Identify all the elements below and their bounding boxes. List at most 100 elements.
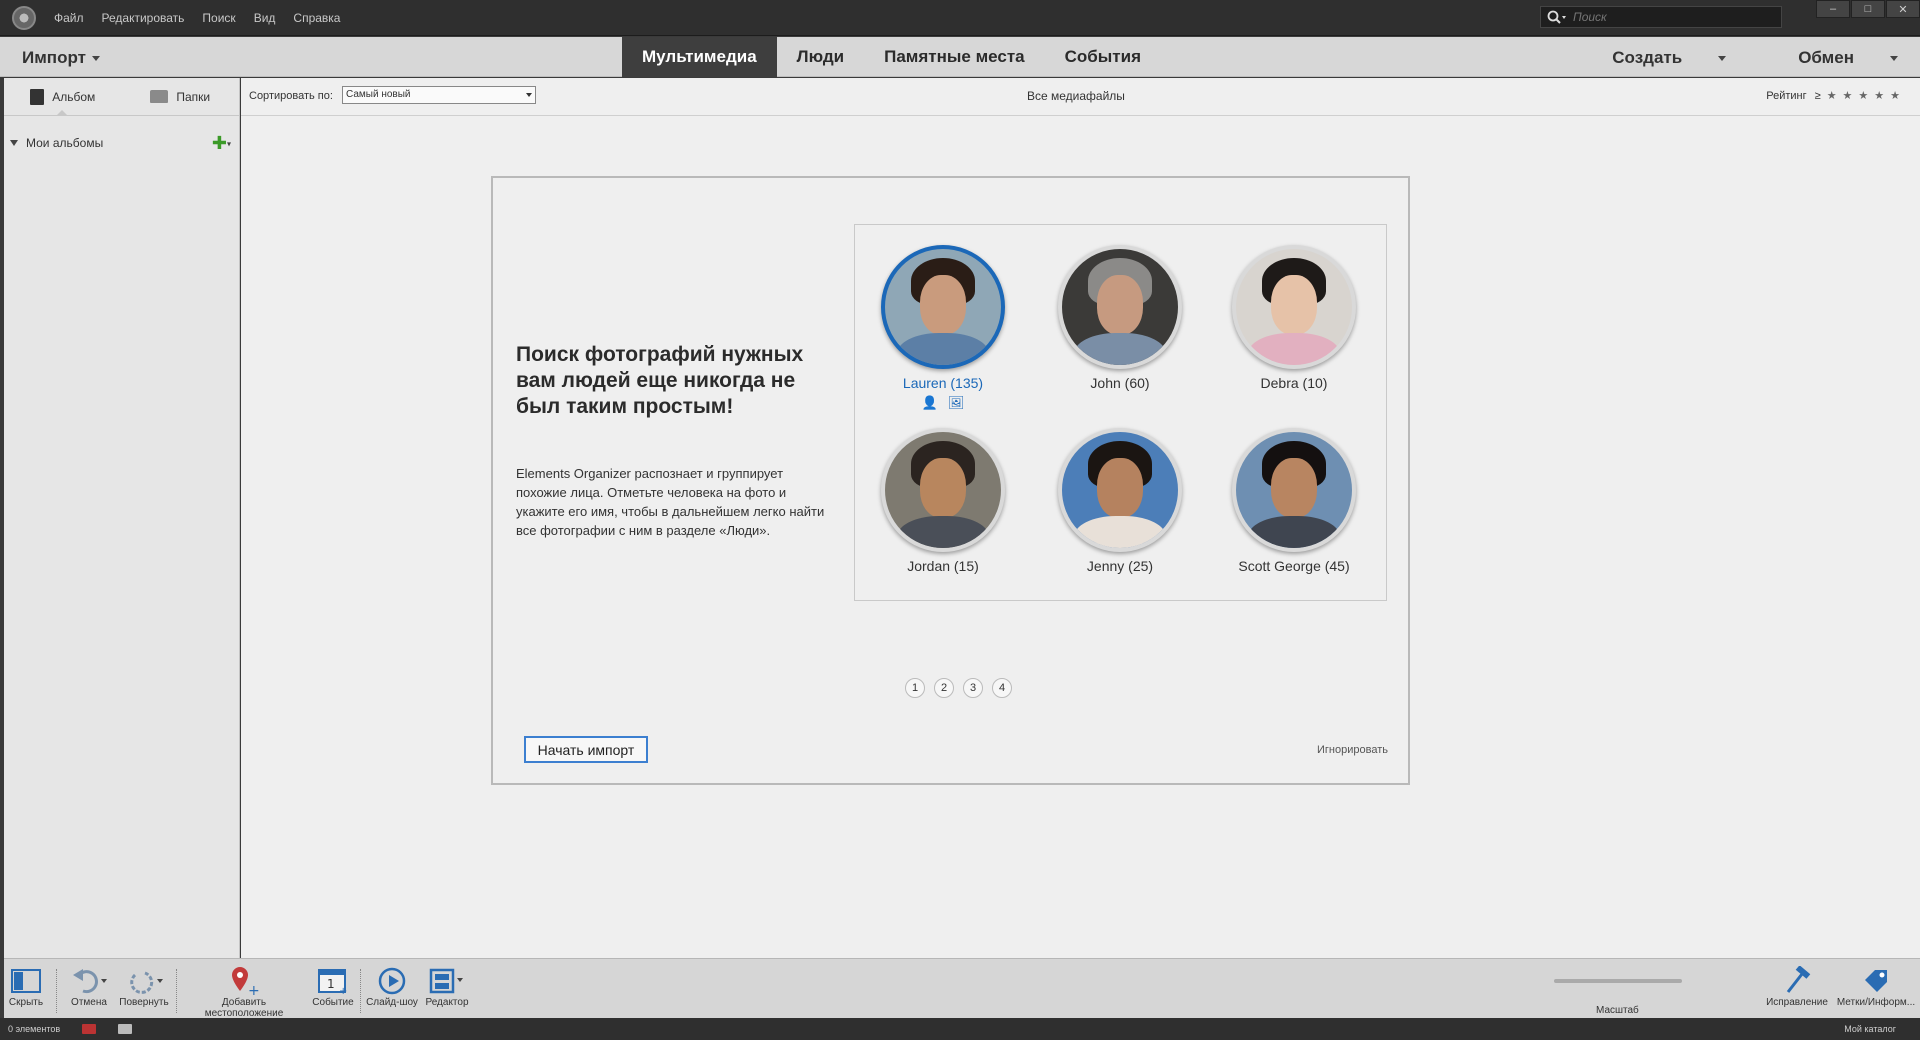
sort-select[interactable]: Самый новый xyxy=(342,86,536,104)
search-box xyxy=(1540,6,1782,28)
add-location-button[interactable]: + Добавить местоположение xyxy=(182,965,306,1019)
people-welcome-card: Поиск фотографий нужных вам людей еще ни… xyxy=(491,176,1410,785)
face-item[interactable]: Scott George (45) xyxy=(1229,428,1359,574)
face-avatar[interactable] xyxy=(881,428,1005,552)
tab-folders-label: Папки xyxy=(176,89,211,104)
calendar-icon: 1+ xyxy=(318,969,347,995)
fix-label: Исправление xyxy=(1766,997,1828,1008)
tab-albums[interactable]: Альбом xyxy=(4,78,122,115)
start-import-button[interactable]: Начать импорт xyxy=(524,736,648,763)
view-tabs: Мультимедиа Люди Памятные места События xyxy=(622,37,1161,77)
sort-bar: Сортировать по: Самый новый Все медиафай… xyxy=(241,78,1920,116)
menu-file[interactable]: Файл xyxy=(54,11,84,25)
tab-albums-label: Альбом xyxy=(52,89,96,104)
share-label: Обмен xyxy=(1798,48,1854,67)
catalog-name[interactable]: Мой каталог xyxy=(1844,1024,1896,1034)
slideshow-button[interactable]: Слайд-шоу xyxy=(366,965,418,1008)
share-menu[interactable]: Обмен xyxy=(1762,48,1898,68)
search-input[interactable] xyxy=(1573,10,1773,24)
all-media-label: Все медиафайлы xyxy=(1027,89,1125,103)
panel-toggle-icon xyxy=(11,969,41,993)
face-avatar[interactable] xyxy=(1232,245,1356,369)
location-pin-icon: + xyxy=(232,967,260,997)
menu-view[interactable]: Вид xyxy=(254,11,276,25)
app-logo-icon[interactable] xyxy=(12,5,36,30)
chevron-down-icon xyxy=(526,93,532,97)
sort-label: Сортировать по: xyxy=(249,90,333,102)
face-avatar[interactable] xyxy=(1232,428,1356,552)
my-albums-header[interactable]: Мои альбомы ✚▾ xyxy=(4,130,239,156)
menu-help[interactable]: Справка xyxy=(293,11,340,25)
separator xyxy=(176,969,177,1013)
svg-text:+: + xyxy=(248,983,260,997)
rotate-icon xyxy=(130,971,163,994)
chevron-down-icon xyxy=(1718,56,1727,62)
tab-folders[interactable]: Папки xyxy=(122,78,240,115)
hide-label: Скрыть xyxy=(8,997,44,1008)
rating-operator[interactable]: ≥ xyxy=(1815,90,1821,102)
separator xyxy=(56,969,57,1013)
image-icon[interactable]: 🖼 xyxy=(948,395,965,411)
face-item[interactable]: Jenny (25) xyxy=(1055,428,1185,574)
face-name: Scott George (45) xyxy=(1238,558,1350,574)
pagination: 1 2 3 4 xyxy=(905,678,1021,698)
maximize-icon[interactable]: □ xyxy=(1851,0,1885,18)
rotate-button[interactable]: Повернуть xyxy=(116,965,172,1008)
tags-info-button[interactable]: Метки/Информ... xyxy=(1834,965,1918,1008)
face-item[interactable]: Lauren (135) 👤 🖼 xyxy=(878,245,1008,411)
tab-media[interactable]: Мультимедиа xyxy=(622,37,777,77)
page-2[interactable]: 2 xyxy=(934,678,954,698)
face-avatar[interactable] xyxy=(881,245,1005,369)
create-label: Создать xyxy=(1612,48,1683,67)
fix-button[interactable]: Исправление xyxy=(1766,965,1828,1008)
calendar-status-icon[interactable] xyxy=(82,1024,97,1034)
tab-events[interactable]: События xyxy=(1045,37,1161,77)
face-item[interactable]: Jordan (15) xyxy=(878,428,1008,574)
ignore-link[interactable]: Игнорировать xyxy=(1317,744,1388,756)
face-avatar[interactable] xyxy=(1058,428,1182,552)
undo-button[interactable]: Отмена xyxy=(64,965,114,1008)
face-name: Lauren (135) xyxy=(902,375,984,391)
face-item[interactable]: Debra (10) xyxy=(1229,245,1359,391)
zoom-label: Масштаб xyxy=(1596,1005,1639,1016)
close-icon[interactable]: ✕ xyxy=(1886,0,1920,18)
face-name: Jenny (25) xyxy=(1086,558,1154,574)
expand-icon[interactable] xyxy=(10,140,18,146)
create-menu[interactable]: Создать xyxy=(1576,48,1727,68)
add-album-icon[interactable]: ✚▾ xyxy=(212,134,231,153)
page-1[interactable]: 1 xyxy=(905,678,925,698)
tab-places[interactable]: Памятные места xyxy=(864,37,1045,77)
left-panel-tabs: Альбом Папки xyxy=(4,78,239,116)
rotate-label: Повернуть xyxy=(119,997,169,1008)
event-button[interactable]: 1 + Событие xyxy=(308,965,358,1008)
page-3[interactable]: 3 xyxy=(963,678,983,698)
tags-info-label: Метки/Информ... xyxy=(1836,997,1916,1008)
editor-button[interactable]: Редактор xyxy=(422,965,472,1008)
minimize-icon[interactable]: – xyxy=(1816,0,1850,18)
slideshow-label: Слайд-шоу xyxy=(366,997,418,1008)
bottom-toolbar: Скрыть Отмена Повернуть + Добавить место… xyxy=(4,958,1920,1019)
separator xyxy=(360,969,361,1013)
import-label: Импорт xyxy=(22,48,86,67)
faces-panel: Lauren (135) 👤 🖼 John (60) Debra (10) Jo… xyxy=(854,224,1387,601)
face-item[interactable]: John (60) xyxy=(1055,245,1185,391)
face-name: Jordan (15) xyxy=(907,558,979,574)
card-description: Elements Organizer распознает и группиру… xyxy=(516,466,825,538)
menu-search[interactable]: Поиск xyxy=(202,11,235,25)
person-icon[interactable]: 👤 xyxy=(922,395,938,411)
menu-edit[interactable]: Редактировать xyxy=(102,11,185,25)
chevron-down-icon xyxy=(91,56,100,62)
left-panel: Альбом Папки Мои альбомы ✚▾ xyxy=(4,78,240,958)
editor-icon xyxy=(429,968,463,994)
rating-stars[interactable]: ★★★★★ xyxy=(1827,89,1906,102)
import-menu[interactable]: Импорт xyxy=(22,48,100,68)
zoom-slider[interactable] xyxy=(1554,979,1682,983)
undo-icon xyxy=(73,969,107,994)
play-icon xyxy=(378,967,406,995)
tab-people[interactable]: Люди xyxy=(777,37,864,77)
message-icon[interactable] xyxy=(118,1024,133,1034)
face-avatar[interactable] xyxy=(1058,245,1182,369)
search-icon[interactable] xyxy=(1547,10,1567,24)
page-4[interactable]: 4 xyxy=(992,678,1012,698)
hide-panel-button[interactable]: Скрыть xyxy=(6,965,46,1008)
